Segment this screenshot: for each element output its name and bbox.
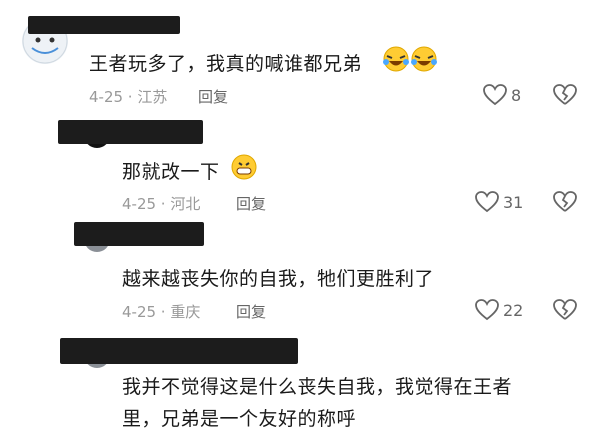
redacted-username — [60, 338, 298, 364]
like-button[interactable]: 31 — [475, 191, 523, 213]
like-count: 22 — [503, 300, 524, 320]
comment-meta: 4-25 · 河北 — [122, 195, 201, 213]
comment-text: 里，兄弟是一个友好的称呼 — [122, 408, 357, 430]
reply-button[interactable]: 回复 — [198, 86, 228, 107]
reply-button[interactable]: 回复 — [236, 301, 266, 322]
reply-button[interactable]: 回复 — [236, 193, 266, 214]
laughing-crying-emoji — [411, 46, 437, 72]
like-button[interactable]: 22 — [475, 299, 523, 321]
comment-meta: 4-25 · 重庆 — [122, 303, 201, 321]
heart-outline-icon — [483, 84, 507, 106]
redacted-username — [28, 16, 180, 34]
like-count: 31 — [503, 192, 524, 212]
broken-heart-icon[interactable] — [553, 299, 577, 321]
like-count: 8 — [511, 85, 522, 105]
heart-outline-icon — [475, 299, 499, 321]
comment-text: 王者玩多了，我真的喊谁都兄弟 — [89, 53, 363, 75]
redacted-username — [74, 222, 204, 246]
heart-outline-icon — [475, 191, 499, 213]
broken-heart-icon[interactable] — [553, 191, 577, 213]
like-button[interactable]: 8 — [483, 84, 521, 106]
comment-text: 我并不觉得这是什么丧失自我，我觉得在王者 — [122, 376, 513, 398]
broken-heart-icon[interactable] — [553, 84, 577, 106]
redacted-username — [58, 120, 203, 144]
comment-text: 越来越丧失你的自我，牠们更胜利了 — [122, 268, 435, 290]
comment-text: 那就改一下 — [122, 161, 220, 183]
laughing-crying-emoji — [383, 46, 409, 72]
grinning-emoji — [231, 154, 257, 180]
comment-meta: 4-25 · 江苏 — [89, 88, 168, 106]
